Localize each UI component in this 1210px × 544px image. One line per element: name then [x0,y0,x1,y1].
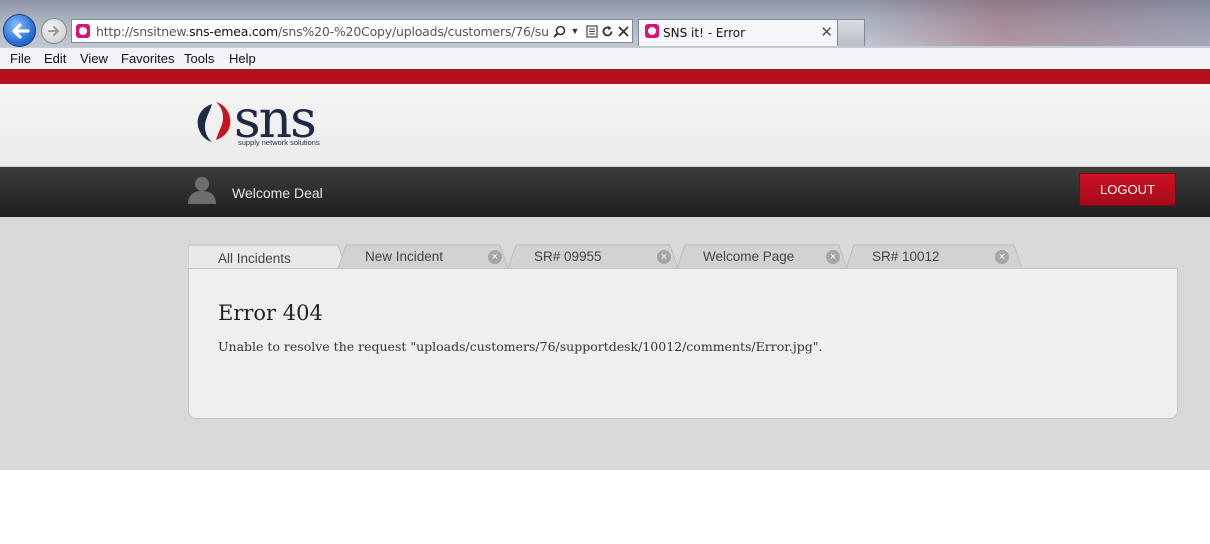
compatibility-view-icon[interactable] [584,23,600,39]
url-text: http://snsitnew.sns-emea.com/sns%20-%20C… [96,24,548,39]
close-circle-icon[interactable]: × [657,250,671,264]
arrow-left-icon [11,22,30,39]
logo-swoosh-icon [197,102,231,142]
user-bar: Welcome Deal LOGOUT [0,167,1210,217]
user-avatar-icon [188,177,216,204]
stop-icon[interactable] [615,23,631,39]
search-icon[interactable] [551,23,567,39]
tab-label: SR# 09955 [534,249,602,264]
tab-title: SNS it! - Error [663,26,746,40]
arrow-right-icon [48,26,60,36]
back-button[interactable] [3,14,36,47]
forward-button[interactable] [41,18,67,44]
site-favicon [76,24,90,38]
error-title: Error 404 [218,301,323,325]
dropdown-icon[interactable]: ▼ [567,23,583,39]
browser-tab[interactable]: SNS it! - Error ✕ [638,19,838,46]
tab-new-incident[interactable]: New Incident × [338,243,510,269]
browser-chrome: http://snsitnew.sns-emea.com/sns%20-%20C… [0,0,1210,48]
top-accent-bar [0,69,1210,84]
tab-sr-10012[interactable]: SR# 10012 × [846,243,1024,269]
menu-edit[interactable]: Edit [44,51,66,66]
welcome-text: Welcome Deal [232,185,323,201]
address-bar[interactable]: http://snsitnew.sns-emea.com/sns%20-%20C… [71,19,633,43]
close-tab-icon[interactable]: ✕ [820,23,833,41]
menu-bar: File Edit View Favorites Tools Help [0,47,1210,69]
menu-view[interactable]: View [80,51,108,66]
tab-welcome-page[interactable]: Welcome Page × [677,243,849,269]
tab-label: Welcome Page [703,249,795,264]
logout-button[interactable]: LOGOUT [1079,173,1176,206]
tab-label: SR# 10012 [872,249,940,264]
sns-logo[interactable]: sns supply network solutions [194,90,344,150]
error-panel: Error 404 Unable to resolve the request … [188,268,1178,419]
tab-label: All Incidents [218,251,291,266]
close-circle-icon[interactable]: × [826,250,840,264]
error-message: Unable to resolve the request "uploads/c… [218,339,823,354]
tab-label: New Incident [365,249,444,264]
tab-favicon [645,24,659,38]
close-circle-icon[interactable]: × [995,250,1009,264]
menu-help[interactable]: Help [229,51,256,66]
refresh-icon[interactable] [599,23,615,39]
tab-all-incidents[interactable]: All Incidents [188,243,348,269]
close-circle-icon[interactable]: × [488,250,502,264]
logo-subtitle: supply network solutions [238,138,320,147]
new-tab-button[interactable] [837,19,865,46]
menu-file[interactable]: File [10,51,31,66]
menu-favorites[interactable]: Favorites [121,51,174,66]
menu-tools[interactable]: Tools [184,51,214,66]
tab-sr-09955[interactable]: SR# 09955 × [508,243,680,269]
site-header: sns supply network solutions [0,84,1210,167]
